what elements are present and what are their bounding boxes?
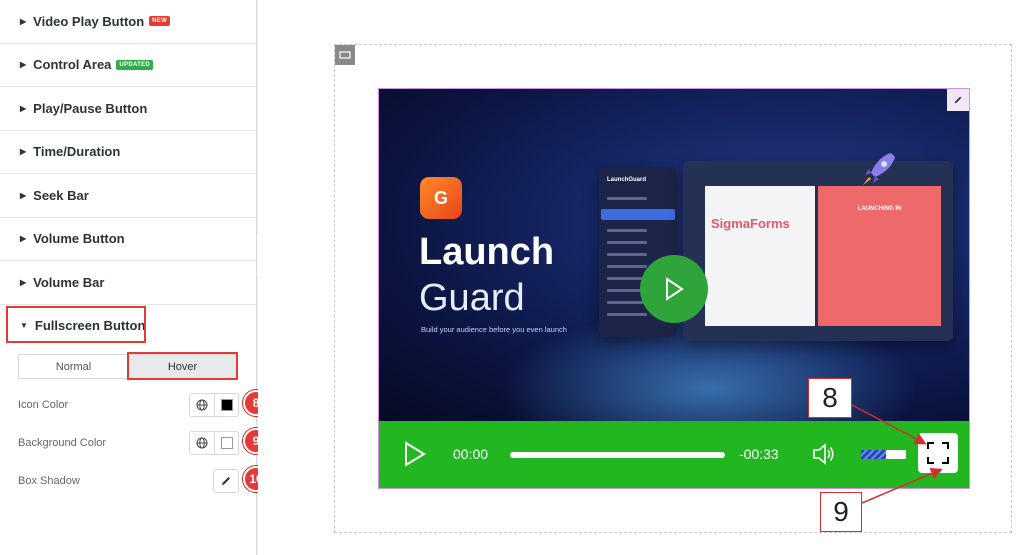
brand-line-1: Launch bbox=[419, 231, 555, 273]
new-badge: NEW bbox=[149, 16, 171, 27]
box-shadow-control[interactable] bbox=[213, 469, 239, 493]
seek-bar[interactable] bbox=[510, 452, 725, 458]
box-shadow-label: Box Shadow bbox=[18, 475, 80, 487]
section-label: Volume Bar bbox=[33, 274, 105, 290]
launchguard-logo: G bbox=[420, 177, 462, 219]
callout-9: 9 bbox=[820, 492, 862, 532]
section-play-pause-button[interactable]: ▶ Play/Pause Button bbox=[0, 87, 256, 131]
tagline: Build your audience before you even laun… bbox=[421, 325, 567, 334]
pencil-icon[interactable] bbox=[214, 470, 238, 492]
volume-bar[interactable] bbox=[861, 450, 906, 459]
section-label: Time/Duration bbox=[33, 144, 121, 160]
section-label: Volume Button bbox=[33, 231, 125, 247]
pencil-icon bbox=[954, 96, 962, 104]
tab-normal[interactable]: Normal bbox=[19, 355, 128, 378]
mock-app-name: LaunchGuard bbox=[607, 177, 647, 183]
big-play-button[interactable] bbox=[640, 255, 708, 323]
play-icon bbox=[405, 441, 426, 467]
globe-icon[interactable] bbox=[190, 394, 214, 416]
mock-form-title: SigmaForms bbox=[711, 216, 790, 231]
fullscreen-icon bbox=[927, 442, 949, 464]
control-bar: 00:00 -00:33 bbox=[379, 421, 969, 488]
section-label: Seek Bar bbox=[33, 187, 89, 203]
highlight-fullscreen-section bbox=[6, 306, 146, 343]
caret-right-icon: ▶ bbox=[20, 234, 27, 244]
current-time: 00:00 bbox=[453, 446, 489, 462]
video-player: G Launch Guard Build your audience befor… bbox=[378, 88, 970, 489]
section-label: Control Area bbox=[33, 57, 112, 73]
callout-8: 8 bbox=[808, 378, 852, 418]
volume-button[interactable] bbox=[812, 443, 836, 470]
caret-right-icon: ▶ bbox=[20, 16, 27, 26]
remaining-time: -00:33 bbox=[739, 446, 779, 462]
mock-form-card: SigmaForms bbox=[705, 186, 815, 326]
icon-color-control bbox=[189, 393, 239, 417]
volume-icon bbox=[813, 443, 834, 465]
updated-badge: UPDATED bbox=[116, 59, 154, 70]
play-pause-button[interactable] bbox=[403, 441, 427, 472]
brand-line-2: Guard bbox=[419, 277, 525, 319]
mock-launch-title: LAUNCHING IN bbox=[857, 206, 902, 212]
section-handle-icon[interactable] bbox=[335, 45, 355, 65]
background-color-control bbox=[189, 431, 239, 455]
section-video-play-button[interactable]: ▶ Video Play Button NEW bbox=[0, 0, 256, 44]
background-color-swatch[interactable] bbox=[214, 432, 238, 454]
caret-right-icon: ▶ bbox=[20, 277, 27, 287]
rocket-icon bbox=[863, 153, 895, 185]
section-volume-button[interactable]: ▶ Volume Button bbox=[0, 218, 256, 261]
section-label: Play/Pause Button bbox=[33, 100, 148, 116]
highlight-hover-tab bbox=[127, 352, 238, 380]
icon-color-label: Icon Color bbox=[18, 399, 69, 411]
mock-launch-card: LAUNCHING IN bbox=[818, 186, 941, 326]
video-frame[interactable]: G Launch Guard Build your audience befor… bbox=[379, 89, 969, 421]
edit-widget-button[interactable] bbox=[947, 89, 969, 111]
volume-fill bbox=[861, 450, 886, 459]
play-icon bbox=[666, 277, 684, 301]
section-seek-bar[interactable]: ▶ Seek Bar bbox=[0, 174, 256, 218]
section-label: Video Play Button bbox=[33, 13, 145, 29]
section-control-area[interactable]: ▶ Control Area UPDATED bbox=[0, 44, 256, 87]
globe-icon[interactable] bbox=[190, 432, 214, 454]
caret-right-icon: ▶ bbox=[20, 60, 27, 70]
background-color-label: Background Color bbox=[18, 437, 107, 449]
caret-right-icon: ▶ bbox=[20, 190, 27, 200]
section-time-duration[interactable]: ▶ Time/Duration bbox=[0, 131, 256, 174]
fullscreen-button[interactable] bbox=[918, 433, 958, 473]
icon-color-swatch[interactable] bbox=[214, 394, 238, 416]
caret-right-icon: ▶ bbox=[20, 147, 27, 157]
section-volume-bar[interactable]: ▶ Volume Bar bbox=[0, 261, 256, 305]
caret-right-icon: ▶ bbox=[20, 103, 27, 113]
